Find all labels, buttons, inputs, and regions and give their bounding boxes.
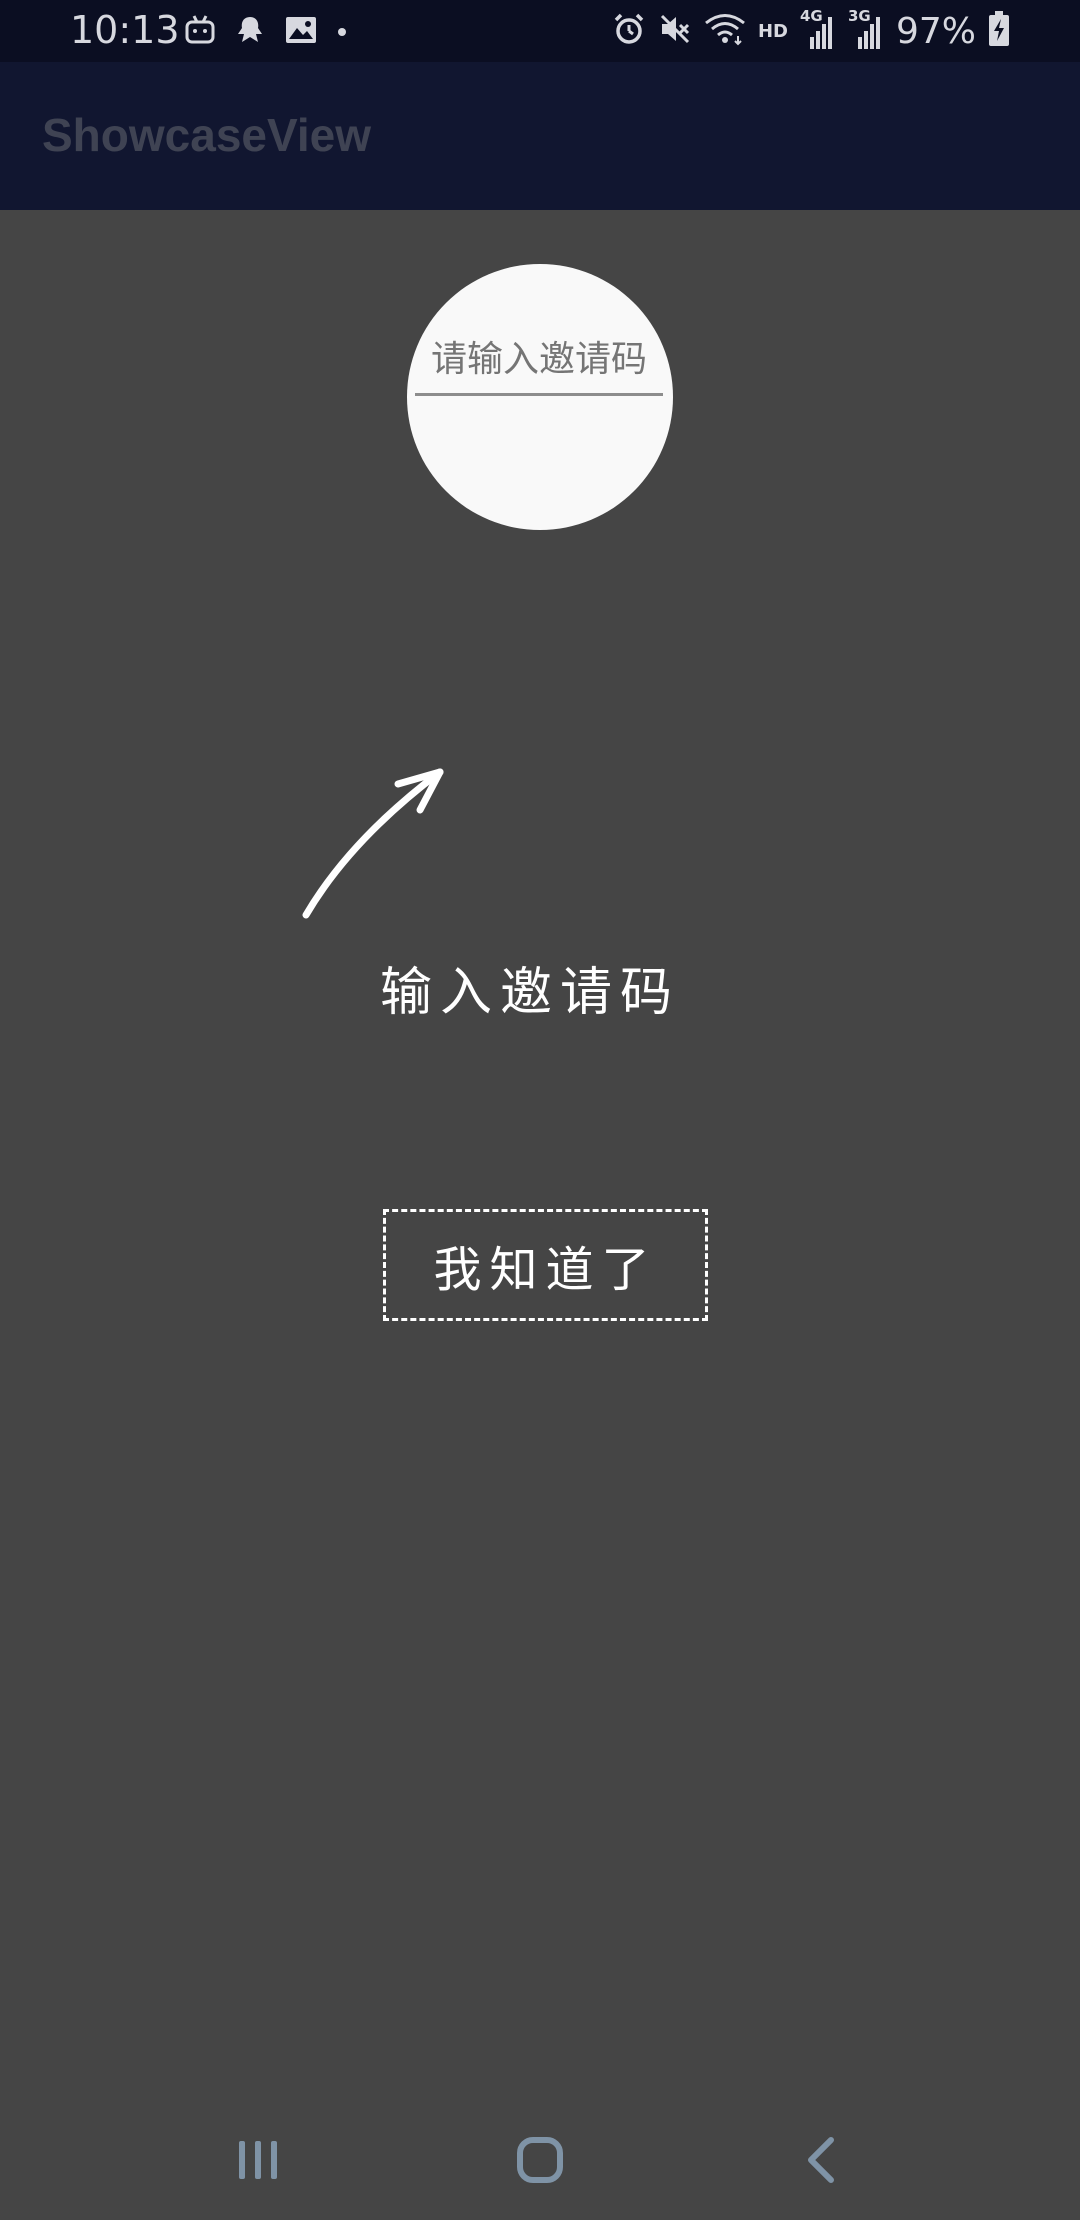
battery-percent: 97% <box>895 10 976 52</box>
showcase-spotlight <box>407 264 673 530</box>
battery-charging-icon <box>988 11 1010 51</box>
recent-apps-button[interactable] <box>198 2100 318 2220</box>
invite-code-input[interactable] <box>415 326 663 396</box>
image-icon <box>284 15 318 49</box>
alarm-icon <box>612 12 646 50</box>
signal-icon: 3G <box>848 7 884 51</box>
mute-icon <box>658 12 692 50</box>
bilibili-icon <box>184 14 216 50</box>
navigation-bar <box>0 2100 1080 2220</box>
got-it-button[interactable]: 我知道了 <box>383 1209 708 1321</box>
signal-icon: 4G <box>800 7 836 51</box>
showcase-hint-text: 输入邀请码 <box>380 963 681 1023</box>
home-icon <box>517 2137 563 2183</box>
app-title: ShowcaseView <box>42 109 371 161</box>
status-right-icons: HD 4G 3G 97% <box>612 7 1010 54</box>
app-bar: ShowcaseView <box>0 62 1080 210</box>
arrow-up-right-icon <box>302 768 444 919</box>
ghost-icon <box>234 14 266 50</box>
screen: 10:13 HD 4G 3G 97% ShowcaseView 请输入邀请码 输… <box>0 0 1080 2220</box>
dot-icon <box>336 23 348 42</box>
back-button[interactable] <box>762 2100 882 2220</box>
network-hd-label: HD <box>757 20 788 42</box>
status-left-icons <box>184 12 348 52</box>
status-bar: 10:13 HD 4G 3G 97% <box>0 0 1080 62</box>
wifi-icon <box>704 12 746 50</box>
status-time: 10:13 <box>70 8 180 52</box>
home-button[interactable] <box>480 2100 600 2220</box>
recent-apps-icon <box>239 2141 277 2179</box>
back-icon <box>808 2137 834 2183</box>
